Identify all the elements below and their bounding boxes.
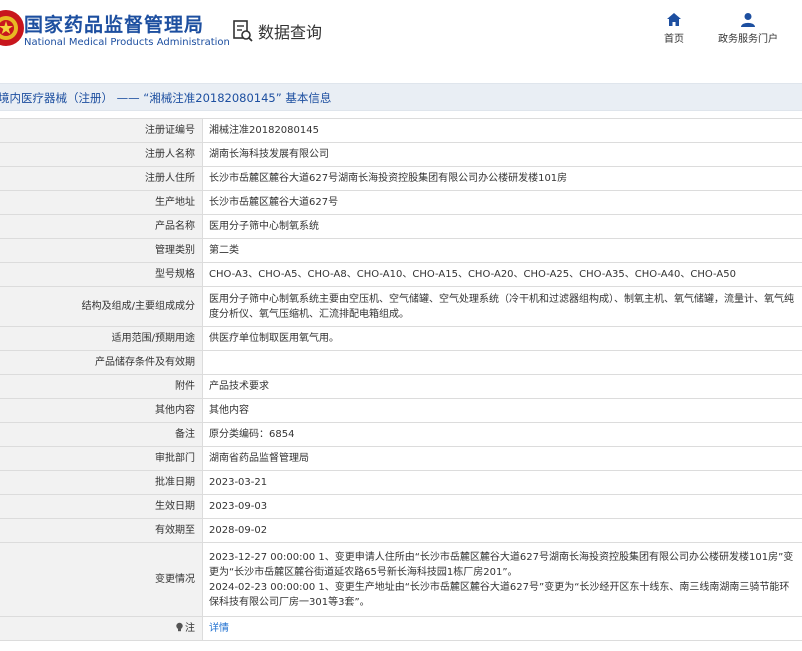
field-label: 管理类别 (0, 238, 203, 263)
field-label: 型号规格 (0, 262, 203, 287)
table-row: 审批部门 湖南省药品监督管理局 (0, 446, 802, 471)
field-value (202, 350, 802, 375)
note-label: 注 (0, 616, 203, 641)
nav-service-label: 政务服务门户 (718, 34, 778, 45)
field-label: 审批部门 (0, 446, 203, 471)
brand-name-cn: 国家药品监督管理局 (24, 14, 205, 36)
field-label: 其他内容 (0, 398, 203, 423)
search-document-icon (233, 20, 253, 42)
field-label: 附件 (0, 374, 203, 399)
field-value: 湖南省药品监督管理局 (202, 446, 802, 471)
table-row: 注册人名称 湖南长海科技发展有限公司 (0, 142, 802, 167)
field-label: 生效日期 (0, 494, 203, 519)
field-value: 第二类 (202, 238, 802, 263)
details-link[interactable]: 详情 (209, 623, 229, 634)
field-value: 2023-12-27 00:00:00 1、变更申请人住所由“长沙市岳麓区麓谷大… (202, 542, 802, 617)
field-label: 注册人名称 (0, 142, 203, 167)
field-value: 2028-09-02 (202, 518, 802, 543)
table-row: 结构及组成/主要组成成分 医用分子筛中心制氧系统主要由空压机、空气储罐、空气处理系… (0, 286, 802, 327)
field-label: 有效期至 (0, 518, 203, 543)
bulb-icon (176, 622, 183, 632)
field-label: 注册证编号 (0, 118, 203, 143)
field-value: 医用分子筛中心制氧系统 (202, 214, 802, 239)
table-row: 产品储存条件及有效期 (0, 350, 802, 375)
field-label: 结构及组成/主要组成成分 (0, 286, 203, 327)
note-value: 详情 (202, 616, 802, 641)
table-row: 适用范围/预期用途 供医疗单位制取医用氧气用。 (0, 326, 802, 351)
brand-name-en: National Medical Products Administration (24, 37, 230, 48)
note-label-text: 注 (185, 623, 195, 634)
nmpa-emblem-icon (0, 10, 24, 46)
header: 国家药品监督管理局 National Medical Products Admi… (0, 0, 802, 72)
table-row: 其他内容 其他内容 (0, 398, 802, 423)
home-icon (667, 13, 681, 26)
field-value: 其他内容 (202, 398, 802, 423)
field-label: 生产地址 (0, 190, 203, 215)
table-row: 变更情况 2023-12-27 00:00:00 1、变更申请人住所由“长沙市岳麓… (0, 542, 802, 617)
field-label: 产品名称 (0, 214, 203, 239)
nav-service-portal[interactable]: 政务服务门户 (718, 12, 778, 45)
table-row: 管理类别 第二类 (0, 238, 802, 263)
field-label: 适用范围/预期用途 (0, 326, 203, 351)
table-row: 批准日期 2023-03-21 (0, 470, 802, 495)
field-value: 湘械注准20182080145 (202, 118, 802, 143)
field-value: 2023-03-21 (202, 470, 802, 495)
field-label: 备注 (0, 422, 203, 447)
table-row: 注册证编号 湘械注准20182080145 (0, 118, 802, 143)
detail-table: 注册证编号 湘械注准20182080145 注册人名称 湖南长海科技发展有限公司 注册人… (0, 118, 802, 641)
page-title: 境内医疗器械（注册） —— “湘械注准20182080145” 基本信息 (0, 91, 332, 105)
field-value: 湖南长海科技发展有限公司 (202, 142, 802, 167)
field-label: 产品储存条件及有效期 (0, 350, 203, 375)
table-row: 生效日期 2023-09-03 (0, 494, 802, 519)
field-label: 变更情况 (0, 542, 203, 617)
data-query-label: 数据查询 (258, 23, 323, 42)
field-value: 产品技术要求 (202, 374, 802, 399)
data-query-title[interactable]: 数据查询 (232, 18, 322, 44)
field-value: 长沙市岳麓区麓谷大道627号 (202, 190, 802, 215)
field-value: CHO-A3、CHO-A5、CHO-A8、CHO-A10、CHO-A15、CHO… (202, 262, 802, 287)
page-title-bar: 境内医疗器械（注册） —— “湘械注准20182080145” 基本信息 (0, 83, 802, 111)
table-row: 附件 产品技术要求 (0, 374, 802, 399)
field-label: 注册人住所 (0, 166, 203, 191)
table-row: 有效期至 2028-09-02 (0, 518, 802, 543)
table-row: 生产地址 长沙市岳麓区麓谷大道627号 (0, 190, 802, 215)
table-row: 备注 原分类编码：6854 (0, 422, 802, 447)
table-row: 产品名称 医用分子筛中心制氧系统 (0, 214, 802, 239)
note-row: 注 详情 (0, 616, 802, 641)
field-value: 原分类编码：6854 (202, 422, 802, 447)
table-row: 注册人住所 长沙市岳麓区麓谷大道627号湖南长海投资控股集团有限公司办公楼研发楼1… (0, 166, 802, 191)
field-value: 长沙市岳麓区麓谷大道627号湖南长海投资控股集团有限公司办公楼研发楼101房 (202, 166, 802, 191)
field-label: 批准日期 (0, 470, 203, 495)
table-row: 型号规格 CHO-A3、CHO-A5、CHO-A8、CHO-A10、CHO-A15… (0, 262, 802, 287)
nav-home-label: 首页 (664, 34, 684, 45)
nav-home[interactable]: 首页 (664, 12, 684, 45)
field-value: 2023-09-03 (202, 494, 802, 519)
field-value: 医用分子筛中心制氧系统主要由空压机、空气储罐、空气处理系统（冷干机和过滤器组构成… (202, 286, 802, 327)
field-value: 供医疗单位制取医用氧气用。 (202, 326, 802, 351)
user-icon (741, 13, 755, 27)
